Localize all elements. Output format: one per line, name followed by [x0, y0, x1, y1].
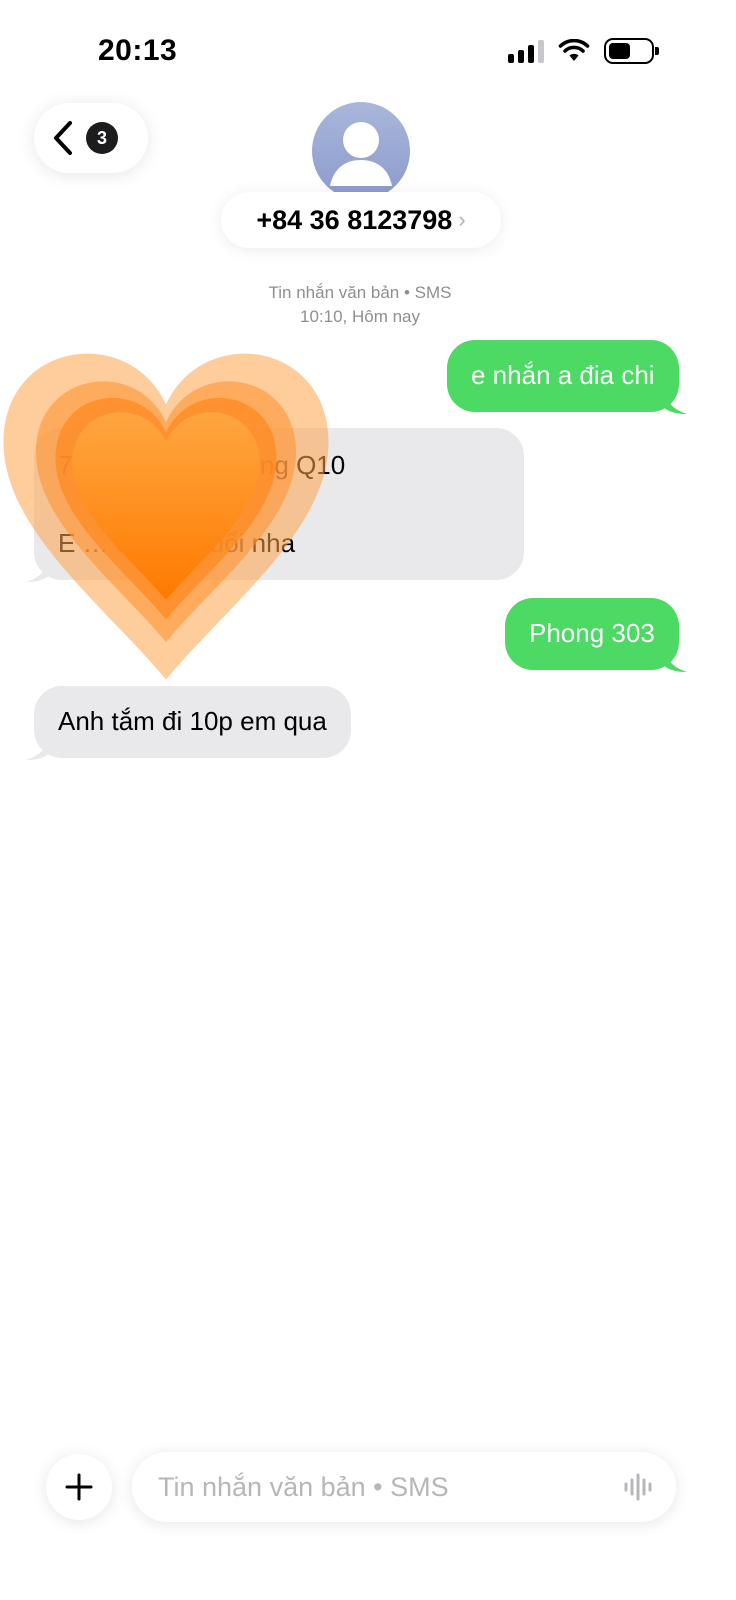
message-bubble-sent[interactable]: Phong 303 — [505, 598, 687, 672]
contact-name-button[interactable]: +84 36 8123798 › — [221, 192, 501, 248]
add-attachment-button[interactable] — [46, 1454, 112, 1520]
message-composer[interactable] — [132, 1452, 676, 1522]
message-bubble-sent[interactable]: e nhắn a đia chi — [447, 340, 687, 414]
message-input[interactable] — [158, 1471, 622, 1503]
orange-heart-reaction-icon — [3, 353, 329, 680]
status-icons — [508, 38, 659, 64]
battery-icon — [604, 38, 659, 64]
back-button[interactable]: 3 — [34, 103, 148, 173]
contact-name: +84 36 8123798 — [256, 204, 453, 235]
thread-timestamp: 10:10, Hôm nay — [299, 307, 420, 326]
message-text: e nhắn a đia chi — [471, 360, 655, 390]
chevron-left-icon — [54, 121, 72, 155]
status-time: 20:13 — [98, 34, 178, 67]
unread-count-badge: 3 — [86, 122, 118, 154]
person-icon — [330, 122, 392, 186]
thread-service-label: Tin nhắn văn bản • SMS — [268, 283, 452, 302]
audio-waveform-icon[interactable] — [622, 1471, 654, 1503]
chevron-right-icon: › — [458, 207, 466, 232]
message-text: Phong 303 — [529, 618, 655, 648]
wifi-icon — [558, 39, 590, 61]
cellular-signal-icon — [508, 39, 544, 63]
message-bubble-received[interactable]: Anh tắm đi 10p em qua — [26, 686, 351, 760]
contact-avatar[interactable] — [312, 102, 410, 200]
message-text: Anh tắm đi 10p em qua — [58, 706, 327, 736]
plus-icon — [65, 1473, 93, 1501]
